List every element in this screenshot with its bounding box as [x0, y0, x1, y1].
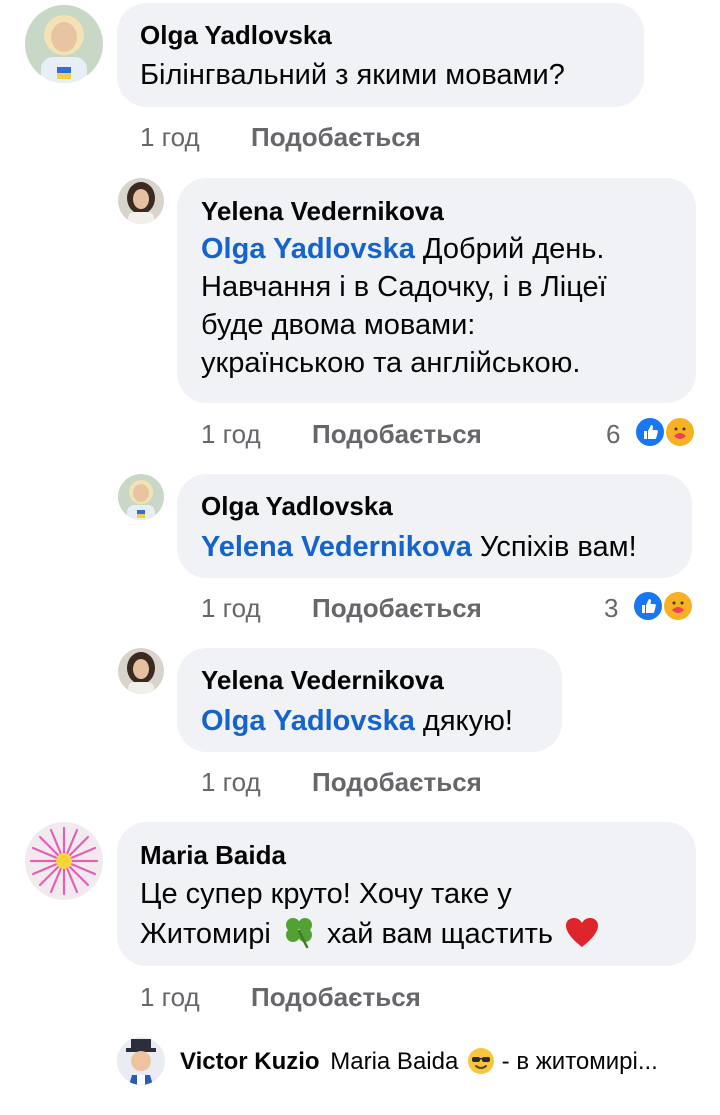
comment-time[interactable]: 1 год [201, 419, 261, 449]
comment-text: Olga Yadlovska Добрий день. Навчання і в… [201, 230, 686, 382]
care-reaction-icon [664, 416, 696, 448]
comment-text-line: Житомирі [140, 918, 271, 950]
comment-time[interactable]: 1 год [140, 122, 200, 152]
avatar-yelena[interactable] [118, 648, 164, 694]
comment-text-body: дякую! [414, 705, 513, 737]
mention-link[interactable]: Olga Yadlovska [201, 705, 415, 737]
like-button[interactable]: Подобається [251, 982, 421, 1012]
care-reaction-icon [662, 590, 694, 622]
comment-text: Це супер круто! Хочу таке у Житомирі хай… [140, 875, 690, 959]
avatar-olga[interactable] [118, 474, 164, 520]
reply-mention[interactable]: Maria Baida [330, 1048, 458, 1075]
comment-text: Olga Yadlovska дякую! [201, 702, 513, 740]
comment-author[interactable]: Olga Yadlovska [140, 20, 332, 50]
comment-text-line: Навчання і в Садочку, і в Ліцеї [201, 271, 607, 303]
like-button[interactable]: Подобається [251, 122, 421, 152]
like-button[interactable]: Подобається [312, 419, 482, 449]
comment-time[interactable]: 1 год [140, 982, 200, 1012]
four-leaf-clover-icon [281, 913, 317, 959]
reaction-count[interactable]: 6 [606, 419, 620, 449]
comment-text: Білінгвальний з якими мовами? [140, 59, 565, 91]
avatar-victor[interactable] [117, 1037, 165, 1085]
comment-thread: Olga Yadlovska Білінгвальний з якими мов… [0, 0, 720, 1115]
comment-text-line: буде двома мовами: [201, 309, 476, 341]
comment-text-line: Це супер круто! Хочу таке у [140, 878, 512, 910]
comment-text-line: українською та англійською. [201, 347, 581, 379]
mention-link[interactable]: Yelena Vedernikova [201, 531, 472, 563]
avatar-olga[interactable] [25, 5, 103, 83]
like-button[interactable]: Подобається [312, 767, 482, 797]
comment-text-body: Успіхів вам! [471, 531, 637, 563]
comment-text-line: хай вам щастить [326, 918, 554, 950]
reply-author[interactable]: Victor Kuzio [180, 1048, 320, 1075]
like-reaction-icon [634, 416, 666, 448]
reply-text: - в житомирі... [494, 1048, 658, 1075]
comment-author[interactable]: Maria Baida [140, 840, 286, 870]
red-heart-icon [565, 917, 599, 959]
avatar-yelena[interactable] [118, 178, 164, 224]
reaction-count[interactable]: 3 [604, 593, 618, 623]
reply-preview[interactable]: Victor Kuzio Maria Baida - в житомирі... [180, 1047, 658, 1083]
like-reaction-icon [632, 590, 664, 622]
comment-time[interactable]: 1 год [201, 593, 261, 623]
comment-author[interactable]: Olga Yadlovska [201, 491, 393, 521]
comment-author[interactable]: Yelena Vedernikova [201, 196, 444, 226]
like-button[interactable]: Подобається [312, 593, 482, 623]
comment-author[interactable]: Yelena Vedernikova [201, 665, 444, 695]
avatar-maria[interactable] [25, 822, 103, 900]
sunglasses-emoji-icon [467, 1047, 495, 1083]
comment-text-line: Добрий день. [414, 233, 605, 265]
comment-time[interactable]: 1 год [201, 767, 261, 797]
mention-link[interactable]: Olga Yadlovska [201, 233, 415, 265]
comment-text: Yelena Vedernikova Успіхів вам! [201, 528, 637, 566]
